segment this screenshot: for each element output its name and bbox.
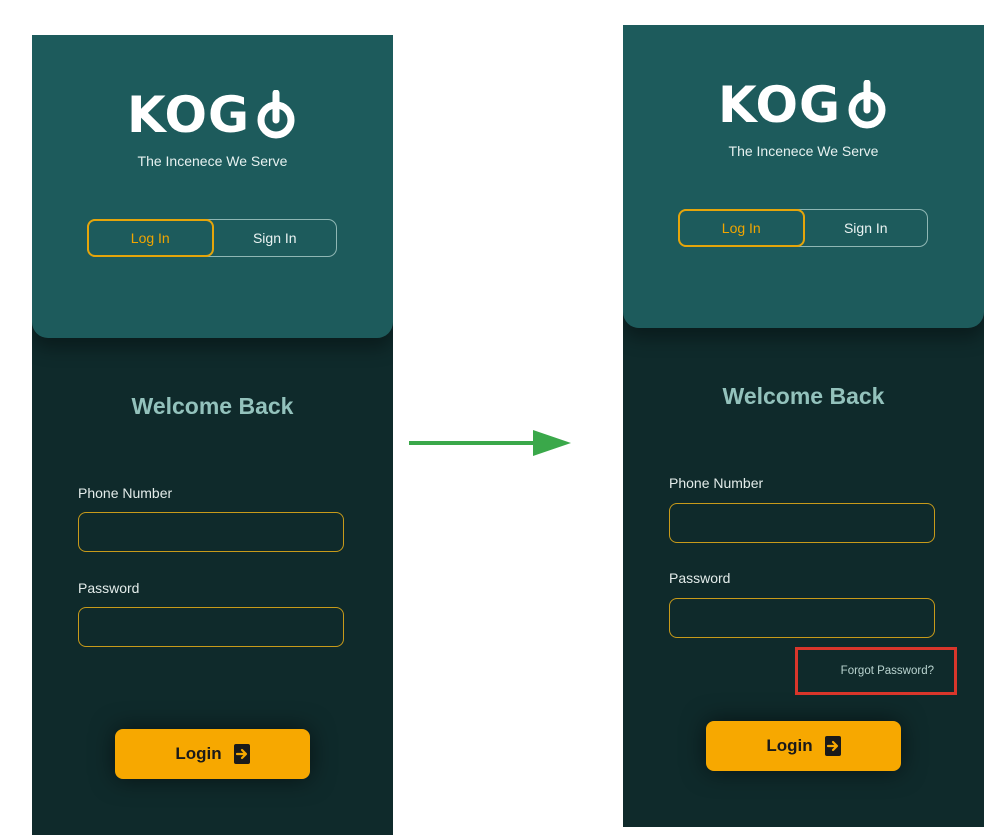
logo-text: KOG (126, 86, 251, 144)
phone-number-input[interactable] (669, 503, 935, 543)
auth-tabs: Log In Sign In (678, 209, 928, 247)
login-button-label: Login (175, 744, 222, 763)
password-input[interactable] (669, 598, 935, 638)
phone-number-input[interactable] (78, 512, 344, 552)
tab-sign-in[interactable]: Sign In (805, 210, 928, 246)
password-label: Password (78, 580, 140, 596)
login-screen-after: KOG The Incenece We Serve Log In Sign In… (623, 25, 984, 827)
phone-number-label: Phone Number (669, 475, 764, 491)
auth-tabs: Log In Sign In (87, 219, 337, 257)
login-screen-before: KOG The Incenece We Serve Log In Sign In… (32, 35, 393, 835)
login-arrow-icon (233, 744, 250, 764)
app-header: KOG The Incenece We Serve Log In Sign In (623, 25, 984, 328)
app-header: KOG The Incenece We Serve Log In Sign In (32, 35, 393, 338)
tab-log-in[interactable]: Log In (87, 219, 214, 257)
phone-number-label: Phone Number (78, 485, 173, 501)
power-icon (257, 90, 295, 139)
kogo-logo: KOG (623, 80, 984, 130)
tab-sign-in[interactable]: Sign In (214, 220, 337, 256)
tagline: The Incenece We Serve (137, 153, 288, 169)
logo-text: KOG (717, 76, 842, 134)
password-input[interactable] (78, 607, 344, 647)
welcome-heading: Welcome Back (131, 393, 294, 419)
forgot-password-link[interactable]: Forgot Password? (795, 647, 957, 695)
tab-log-in[interactable]: Log In (678, 209, 805, 247)
login-button-label: Login (766, 736, 813, 755)
power-icon (848, 80, 886, 129)
welcome-heading: Welcome Back (722, 383, 885, 409)
login-button[interactable]: Login (706, 721, 901, 771)
password-label: Password (669, 570, 731, 586)
tagline: The Incenece We Serve (728, 143, 879, 159)
kogo-logo: KOG (32, 90, 393, 140)
login-arrow-icon (824, 736, 841, 756)
right-arrow-icon (409, 430, 571, 456)
login-button[interactable]: Login (115, 729, 310, 779)
